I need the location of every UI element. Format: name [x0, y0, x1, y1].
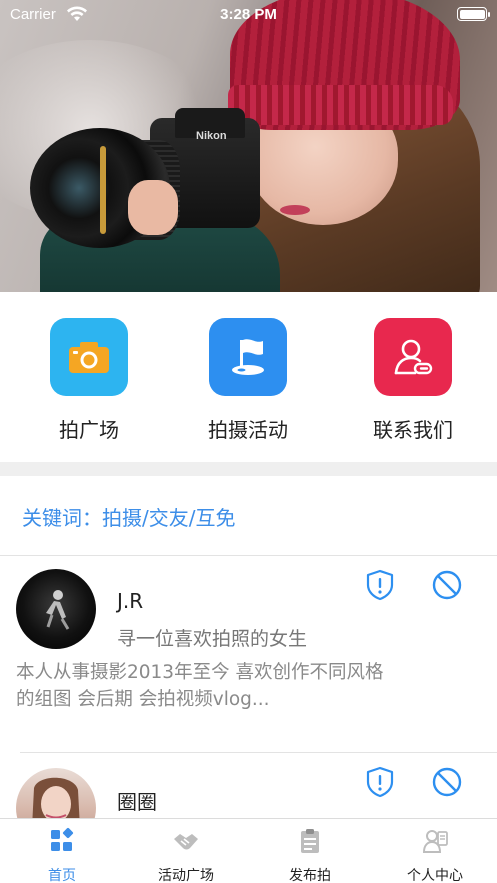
tab-label: 发布拍 [289, 868, 331, 883]
hero-banner-photo[interactable]: Nikon [0, 0, 497, 292]
tab-publish[interactable]: 发布拍 [248, 827, 372, 883]
avatar[interactable] [16, 569, 96, 649]
clipboard-icon [301, 829, 319, 853]
home-screen: Nikon Carrier 3:28 PM 拍广场 拍摄活动 联系我们 关键词：… [0, 0, 497, 883]
quick-menu: 拍广场 拍摄活动 联系我们 [0, 292, 497, 462]
section-divider [0, 462, 497, 476]
tab-label: 个人中心 [407, 868, 463, 883]
battery-icon [457, 7, 490, 21]
tab-home[interactable]: 首页 [0, 827, 124, 883]
handshake-icon [174, 834, 198, 850]
tab-profile[interactable]: 个人中心 [373, 827, 497, 883]
report-shield-icon[interactable] [363, 568, 397, 602]
status-bar: Carrier 3:28 PM [0, 0, 497, 30]
quick-menu-label: 拍摄活动 [208, 418, 288, 442]
quick-menu-shoot-activity[interactable]: 拍摄活动 [178, 318, 318, 443]
quick-menu-contact-us[interactable]: 联系我们 [343, 318, 483, 443]
tab-label: 活动广场 [158, 868, 214, 883]
post-card[interactable]: 圈圈 [0, 753, 497, 818]
report-shield-icon[interactable] [363, 765, 397, 799]
camera-icon [50, 318, 128, 396]
post-description: 本人从事摄影2013年至今 喜欢创作不同风格的组图 会后期 会拍视频vlog..… [16, 662, 384, 710]
bottom-tab-bar: 首页 活动广场 发布拍 个人中心 [0, 818, 497, 883]
avatar[interactable] [16, 768, 96, 818]
post-author-name: 圈圈 [117, 790, 157, 814]
quick-menu-label: 拍广场 [59, 418, 119, 442]
flag-location-icon [209, 318, 287, 396]
block-icon[interactable] [430, 568, 464, 602]
quick-menu-label: 联系我们 [373, 418, 453, 442]
post-subtitle: 寻一位喜欢拍照的女生 [117, 628, 308, 650]
tab-label: 首页 [48, 868, 76, 883]
block-icon[interactable] [430, 765, 464, 799]
clock-time: 3:28 PM [220, 6, 277, 23]
home-grid-icon [51, 827, 74, 851]
quick-menu-photo-square[interactable]: 拍广场 [19, 318, 159, 443]
post-card[interactable]: J.R 寻一位喜欢拍照的女生 本人从事摄影2013年至今 喜欢创作不同风格的组图… [0, 556, 497, 752]
post-author-name: J.R [117, 589, 144, 613]
contact-person-icon [374, 318, 452, 396]
keywords-label[interactable]: 关键词：拍摄/交友/互免 [22, 502, 235, 531]
user-card-icon [422, 830, 448, 853]
tab-activity-square[interactable]: 活动广场 [124, 827, 248, 883]
